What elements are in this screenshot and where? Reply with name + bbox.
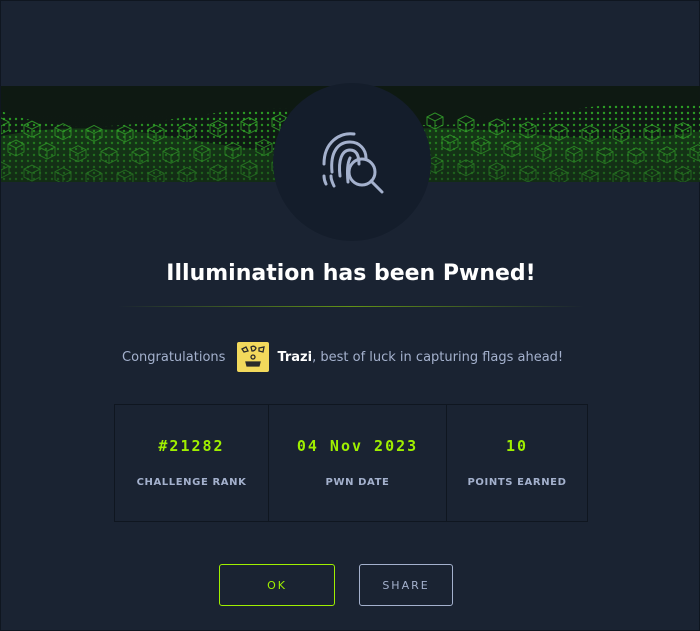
stat-points-earned: 10 POINTS EARNED [447, 405, 587, 521]
congratulations-message: Congratulations Trazi , best of luck in … [122, 341, 563, 373]
stat-value: #21282 [158, 437, 225, 455]
stat-pwn-date: 04 Nov 2023 PWN DATE [269, 405, 447, 521]
title-divider [118, 306, 584, 307]
congrats-prefix: Congratulations [122, 349, 226, 365]
page-title: Illumination has been Pwned! [166, 261, 536, 286]
stat-label: POINTS EARNED [467, 477, 567, 488]
stat-value: 04 Nov 2023 [296, 437, 419, 455]
stats-panel: #21282 CHALLENGE RANK 04 Nov 2023 PWN DA… [114, 404, 588, 522]
stat-value: 10 [505, 437, 529, 455]
ok-button[interactable]: OK [219, 564, 335, 606]
stat-label: CHALLENGE RANK [136, 477, 247, 488]
pwned-modal: Illumination has been Pwned! Congratulat… [0, 0, 700, 631]
fingerprint-search-icon [273, 83, 431, 241]
user-avatar[interactable] [237, 342, 270, 372]
stat-label: PWN DATE [325, 477, 390, 488]
username[interactable]: Trazi [277, 350, 312, 365]
stat-challenge-rank: #21282 CHALLENGE RANK [115, 405, 269, 521]
share-button[interactable]: SHARE [359, 564, 453, 606]
congrats-suffix: , best of luck in capturing flags ahead! [312, 349, 564, 365]
